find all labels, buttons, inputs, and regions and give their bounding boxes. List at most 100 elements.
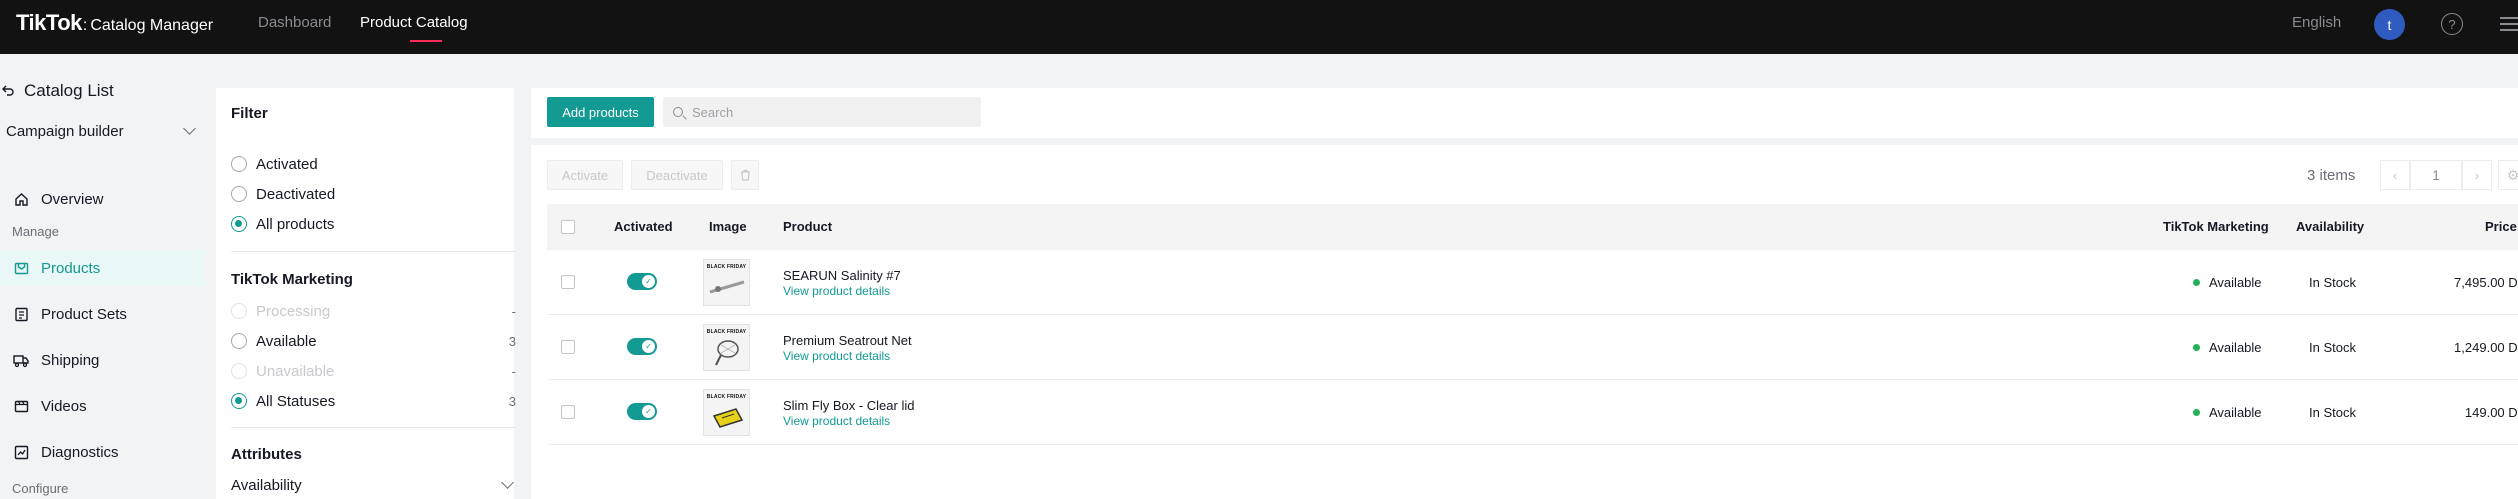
radio-button [231, 333, 247, 349]
sidebar-item-label: Shipping [41, 351, 100, 369]
brand-name: TikTok [16, 10, 82, 35]
nav-dashboard[interactable]: Dashboard [258, 14, 331, 42]
section-configure: Configure [12, 481, 69, 496]
radio-label: Deactivated [256, 185, 336, 203]
sidebar-item-overview[interactable]: Overview [0, 181, 204, 217]
check-icon: ✓ [642, 275, 655, 288]
row-checkbox[interactable] [561, 275, 575, 289]
prev-page-button[interactable]: ‹ [2380, 160, 2410, 190]
filter-status-deactivated[interactable]: Deactivated [231, 183, 516, 205]
product-image: BLACK FRIDAY [703, 259, 750, 306]
page-number[interactable]: 1 [2410, 160, 2462, 190]
filter-status-activated[interactable]: Activated [231, 153, 516, 175]
trash-icon[interactable] [731, 160, 759, 190]
nav-product-catalog-label: Product Catalog [360, 14, 468, 31]
video-icon [13, 398, 29, 414]
help-icon[interactable]: ? [2441, 13, 2463, 35]
divider [231, 251, 516, 252]
sidebar-item-product-sets[interactable]: Product Sets [0, 296, 204, 332]
products-table-card: Activate Deactivate 3 items ‹ 1 › ⚙ Acti… [531, 145, 2518, 499]
row-checkbox[interactable] [561, 405, 575, 419]
search-placeholder: Search [692, 104, 734, 120]
tiktok-marketing-title: TikTok Marketing [231, 271, 353, 288]
active-nav-underline [410, 40, 442, 42]
filter-marketing-unavailable[interactable]: Unavailable - [231, 360, 516, 382]
row-checkbox[interactable] [561, 340, 575, 354]
sidebar-item-shipping[interactable]: Shipping [0, 342, 204, 378]
view-product-details-link[interactable]: View product details [783, 349, 890, 363]
availability-dropdown[interactable]: Availability [231, 474, 516, 496]
view-product-details-link[interactable]: View product details [783, 414, 890, 428]
option-count: 3 [508, 333, 516, 349]
chevron-down-icon [501, 476, 514, 489]
product-name: Premium Seatrout Net [783, 333, 912, 348]
activated-toggle[interactable]: ✓ [627, 403, 657, 420]
attributes-title: Attributes [231, 446, 302, 463]
sidebar-item-label: Diagnostics [41, 443, 119, 461]
col-tiktok-marketing: TikTok Marketing [2163, 219, 2269, 234]
availability-value: In Stock [2309, 405, 2356, 420]
menu-icon[interactable] [2500, 17, 2518, 31]
product-name: Slim Fly Box - Clear lid [783, 398, 915, 413]
top-bar: TikTok: Catalog Manager Dashboard Product… [0, 0, 2518, 54]
sidebar-item-products[interactable]: Products [0, 250, 204, 286]
view-product-details-link[interactable]: View product details [783, 284, 890, 298]
brand-logo[interactable]: TikTok: Catalog Manager [16, 10, 213, 36]
marketing-status: Available [2193, 340, 2262, 355]
filter-title: Filter [231, 105, 268, 122]
radio-button [231, 156, 247, 172]
check-icon: ✓ [642, 340, 655, 353]
filter-marketing-processing[interactable]: Processing - [231, 300, 516, 322]
filter-marketing-available[interactable]: Available 3 [231, 330, 516, 352]
marketing-status-label: Available [2209, 405, 2262, 420]
radio-label: All Statuses [256, 392, 336, 410]
status-dot [2193, 344, 2200, 351]
radio-label: Available [256, 332, 317, 350]
filter-status-all-products[interactable]: All products [231, 213, 516, 235]
next-page-button[interactable]: › [2462, 160, 2492, 190]
availability-value: In Stock [2309, 340, 2356, 355]
sidebar-item-label: Videos [41, 397, 87, 415]
product-image: BLACK FRIDAY [703, 324, 750, 371]
table-row[interactable]: ✓ BLACK FRIDAY Premium Seatrout Net View… [547, 315, 2518, 380]
add-products-button[interactable]: Add products [547, 97, 654, 127]
radio-button-disabled [231, 303, 247, 319]
table-row[interactable]: ✓ BLACK FRIDAY SEARUN Salinity #7 View p… [547, 250, 2518, 315]
catalog-list-back[interactable]: Catalog List [0, 81, 114, 101]
col-image: Image [709, 219, 747, 234]
table-header: Activated Image Product TikTok Marketing… [547, 204, 2518, 250]
sidebar-item-diagnostics[interactable]: Diagnostics [0, 434, 204, 470]
check-icon: ✓ [642, 405, 655, 418]
catalog-selector[interactable]: Campaign builder [6, 120, 196, 142]
price-value: 1,249.00 DKK [2454, 340, 2518, 355]
brand-separator: : [82, 17, 88, 34]
availability-label: Availability [231, 476, 302, 494]
nav-product-catalog[interactable]: Product Catalog [360, 14, 468, 42]
radio-button-selected [231, 216, 247, 232]
settings-icon[interactable]: ⚙ [2498, 160, 2518, 190]
col-product: Product [783, 219, 833, 234]
radio-label: Unavailable [256, 362, 335, 380]
col-availability: Availability [2296, 219, 2365, 234]
product-name: SEARUN Salinity #7 [783, 268, 901, 283]
back-arrow-icon [2, 83, 16, 99]
product-image: BLACK FRIDAY [703, 389, 750, 436]
divider [231, 427, 516, 428]
activated-toggle[interactable]: ✓ [627, 273, 657, 290]
language-selector[interactable]: English [2292, 14, 2341, 31]
avatar[interactable]: t [2374, 9, 2405, 40]
marketing-status: Available [2193, 275, 2262, 290]
col-price: Price [2485, 219, 2517, 234]
price-value: 7,495.00 DKK [2454, 275, 2518, 290]
select-all-checkbox[interactable] [561, 220, 575, 234]
deactivate-button[interactable]: Deactivate [631, 160, 723, 190]
sidebar-item-videos[interactable]: Videos [0, 388, 204, 424]
section-manage: Manage [12, 224, 59, 239]
activated-toggle[interactable]: ✓ [627, 338, 657, 355]
activate-button[interactable]: Activate [547, 160, 623, 190]
table-row[interactable]: ✓ BLACK FRIDAY Slim Fly Box - Clear lid … [547, 380, 2518, 445]
filter-marketing-all-statuses[interactable]: All Statuses 3 [231, 390, 516, 412]
col-activated: Activated [614, 219, 673, 234]
catalog-selector-label: Campaign builder [6, 122, 124, 140]
search-input[interactable]: Search [663, 97, 981, 127]
